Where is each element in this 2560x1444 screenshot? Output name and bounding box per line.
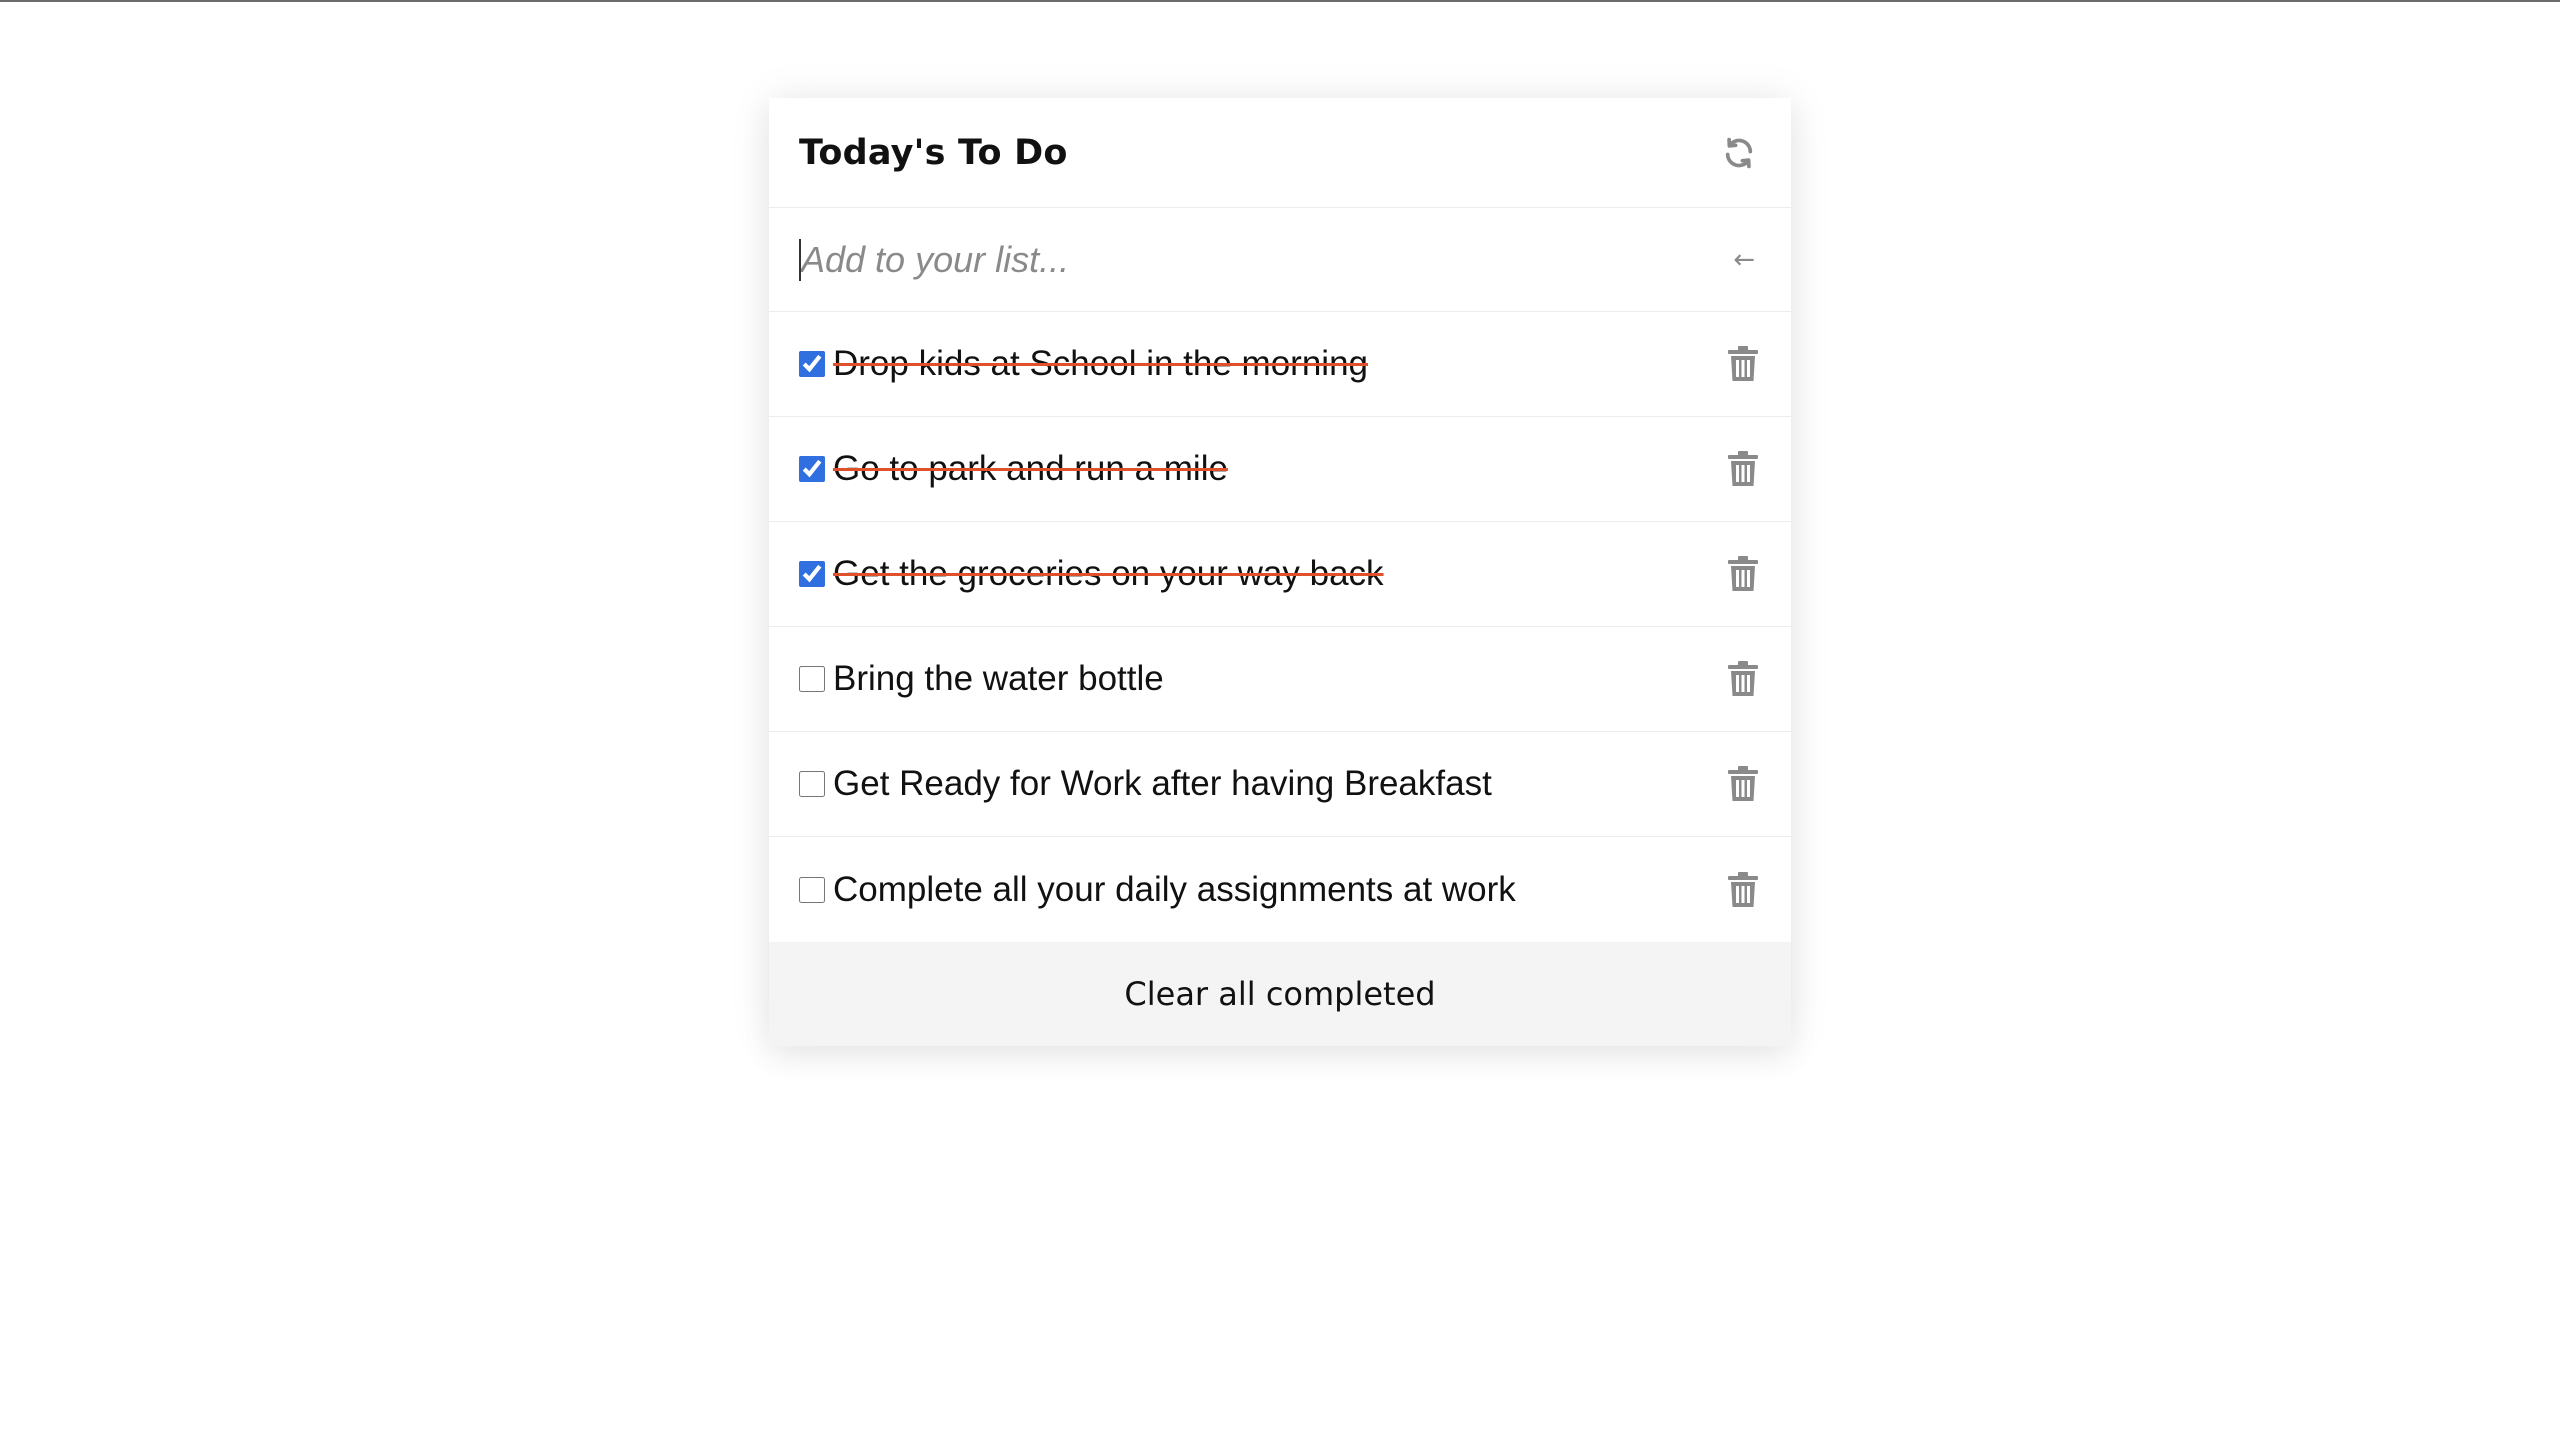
refresh-icon	[1725, 137, 1753, 168]
todo-header: Today's To Do	[769, 98, 1791, 208]
todo-text: Get the groceries on your way back	[833, 554, 1384, 593]
todo-item: Get Ready for Work after having Breakfas…	[769, 732, 1791, 837]
add-todo-row: ←	[769, 208, 1791, 312]
clear-completed-button[interactable]: Clear all completed	[769, 942, 1791, 1046]
todo-text: Bring the water bottle	[833, 659, 1164, 698]
trash-icon	[1728, 871, 1758, 907]
delete-button[interactable]	[1725, 449, 1761, 489]
trash-icon	[1728, 346, 1758, 381]
todo-text: Go to park and run a mile	[833, 449, 1228, 488]
todo-item: Bring the water bottle	[769, 627, 1791, 732]
todo-checkbox[interactable]	[799, 456, 825, 482]
trash-icon	[1728, 661, 1758, 696]
delete-button[interactable]	[1725, 554, 1761, 594]
delete-button[interactable]	[1725, 870, 1761, 910]
add-todo-input[interactable]	[799, 238, 1734, 281]
trash-icon	[1728, 556, 1758, 591]
trash-icon	[1728, 766, 1758, 801]
todo-list: Drop kids at School in the morning Go to…	[769, 312, 1791, 942]
delete-button[interactable]	[1725, 344, 1761, 384]
todo-checkbox[interactable]	[799, 771, 825, 797]
top-border-line	[0, 0, 2560, 2]
delete-button[interactable]	[1725, 764, 1761, 804]
todo-text: Drop kids at School in the morning	[833, 344, 1368, 383]
todo-item: Get the groceries on your way back	[769, 522, 1791, 627]
todo-checkbox[interactable]	[799, 351, 825, 377]
delete-button[interactable]	[1725, 659, 1761, 699]
todo-checkbox[interactable]	[799, 666, 825, 692]
todo-checkbox[interactable]	[799, 561, 825, 587]
todo-card: Today's To Do ← Drop kids at School in t…	[769, 98, 1791, 1046]
todo-item: Complete all your daily assignments at w…	[769, 837, 1791, 942]
refresh-button[interactable]	[1717, 131, 1761, 175]
arrow-left-icon[interactable]: ←	[1733, 245, 1755, 275]
todo-checkbox[interactable]	[799, 876, 825, 903]
todo-text: Complete all your daily assignments at w…	[833, 869, 1516, 909]
page-title: Today's To Do	[799, 132, 1068, 173]
trash-icon	[1728, 451, 1758, 486]
todo-item: Drop kids at School in the morning	[769, 312, 1791, 417]
todo-text: Get Ready for Work after having Breakfas…	[833, 764, 1492, 803]
todo-item: Go to park and run a mile	[769, 417, 1791, 522]
